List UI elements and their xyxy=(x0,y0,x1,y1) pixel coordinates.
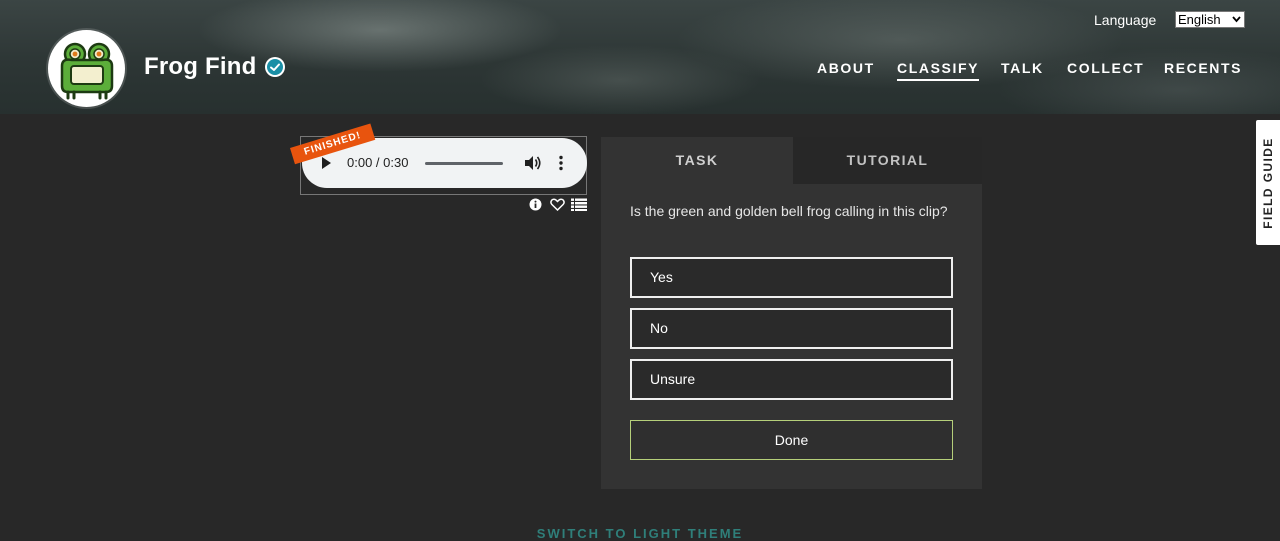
tab-task[interactable]: TASK xyxy=(601,137,793,184)
nav-collect[interactable]: COLLECT xyxy=(1067,60,1144,76)
nav-about[interactable]: ABOUT xyxy=(817,60,875,76)
language-label: Language xyxy=(1094,12,1157,28)
main-nav: ABOUT CLASSIFY TALK COLLECT RECENTS xyxy=(0,60,1280,84)
volume-icon[interactable] xyxy=(524,155,542,171)
task-panel: TASK TUTORIAL Is the green and golden be… xyxy=(601,137,982,489)
chevron-down-icon xyxy=(1232,16,1241,23)
more-options-icon[interactable] xyxy=(558,155,564,171)
viewer-toolbar xyxy=(527,196,587,212)
tab-tutorial[interactable]: TUTORIAL xyxy=(793,137,982,184)
heart-icon[interactable] xyxy=(549,197,565,211)
language-select[interactable]: English xyxy=(1175,11,1245,28)
list-icon[interactable] xyxy=(571,197,587,211)
answer-no[interactable]: No xyxy=(630,308,953,349)
answer-yes[interactable]: Yes xyxy=(630,257,953,298)
field-guide-label: FIELD GUIDE xyxy=(1261,136,1275,229)
answer-unsure[interactable]: Unsure xyxy=(630,359,953,400)
info-icon[interactable] xyxy=(527,197,543,211)
nav-classify[interactable]: CLASSIFY xyxy=(897,60,980,81)
play-icon[interactable] xyxy=(322,157,331,169)
done-button[interactable]: Done xyxy=(630,420,953,460)
language-selected-value: English xyxy=(1178,12,1221,27)
task-question: Is the green and golden bell frog callin… xyxy=(630,203,948,219)
nav-talk[interactable]: TALK xyxy=(1001,60,1044,76)
field-guide-button[interactable]: FIELD GUIDE xyxy=(1256,120,1280,245)
audio-progress-bar[interactable] xyxy=(425,162,503,165)
nav-recents[interactable]: RECENTS xyxy=(1164,60,1242,76)
site-header: Frog Find Language English ABOUT CLASSIF… xyxy=(0,0,1280,114)
audio-time: 0:00 / 0:30 xyxy=(347,155,409,170)
